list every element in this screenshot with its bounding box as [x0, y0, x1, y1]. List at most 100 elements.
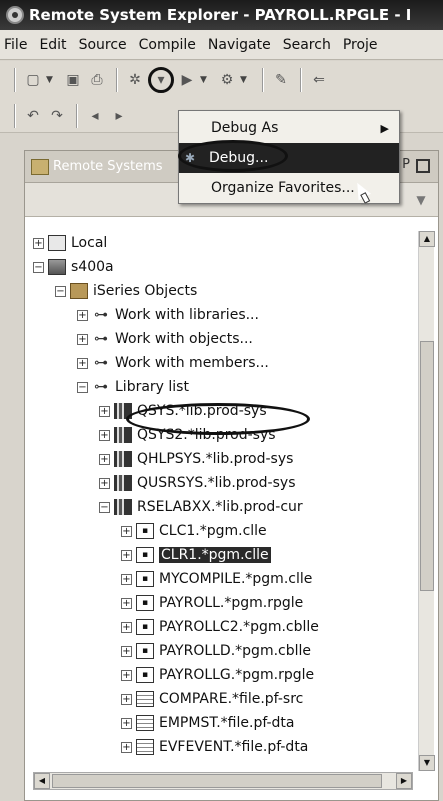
vertical-scrollbar[interactable]: ▲ ▼: [418, 231, 435, 771]
redo-icon[interactable]: ↷: [46, 105, 68, 127]
tree-node-iseries-objects[interactable]: − iSeries Objects: [55, 279, 197, 303]
tree-node-payrollc2[interactable]: + ▪ PAYROLLC2.*pgm.cblle: [121, 615, 319, 639]
filter-icon: ⊶: [94, 307, 108, 323]
expand-icon[interactable]: +: [99, 405, 110, 417]
tree-node-library-list[interactable]: − ⊶ Library list: [77, 375, 189, 399]
tree-node-label: EVFEVENT.*file.pf-dta: [159, 739, 309, 755]
debug-dropdown-icon[interactable]: ▾: [148, 67, 174, 93]
tree-node-label: MYCOMPILE.*pgm.clle: [159, 571, 313, 587]
tree-node-local[interactable]: + Local: [33, 231, 107, 255]
scrollbar-thumb[interactable]: [420, 341, 434, 591]
menu-source[interactable]: Source: [79, 37, 127, 53]
tree-node-qhlpsys[interactable]: + QHLPSYS.*lib.prod-sys: [99, 447, 293, 471]
tree-node-rselabxx[interactable]: − RSELABXX.*lib.prod-cur: [99, 495, 303, 519]
tree-node-work-with-members[interactable]: + ⊶ Work with members...: [77, 351, 269, 375]
tree-node-label: EMPMST.*file.pf-dta: [159, 715, 295, 731]
next-annotation-icon[interactable]: ▸: [108, 105, 130, 127]
collapse-icon[interactable]: −: [55, 285, 66, 297]
title-bar: Remote System Explorer - PAYROLL.RPGLE -…: [0, 0, 443, 30]
menu-navigate[interactable]: Navigate: [208, 37, 271, 53]
tree-node-label: Library list: [115, 379, 189, 395]
expand-icon[interactable]: +: [77, 309, 88, 321]
tree-node-compare[interactable]: + COMPARE.*file.pf-src: [121, 687, 303, 711]
tree-node-label: RSELABXX.*lib.prod-cur: [137, 499, 303, 515]
menu-bar: File Edit Source Compile Navigate Search…: [0, 30, 443, 60]
expand-icon[interactable]: +: [121, 525, 132, 537]
menu-edit[interactable]: Edit: [39, 37, 66, 53]
horizontal-scrollbar-thumb[interactable]: [52, 774, 382, 788]
external-tools-icon[interactable]: ⚙: [216, 69, 238, 91]
expand-icon[interactable]: +: [121, 549, 132, 561]
expand-icon[interactable]: +: [33, 237, 44, 249]
tree-node-empmst[interactable]: + EMPMST.*file.pf-dta: [121, 711, 295, 735]
tree-node-clr1[interactable]: + ▪ CLR1.*pgm.clle: [121, 543, 271, 567]
server-icon: [48, 259, 66, 275]
tree-node-payrollg[interactable]: + ▪ PAYROLLG.*pgm.rpgle: [121, 663, 314, 687]
pen-icon[interactable]: ✎: [270, 69, 292, 91]
window-title: Remote System Explorer - PAYROLL.RPGLE -…: [29, 6, 412, 24]
expand-icon[interactable]: +: [77, 357, 88, 369]
tree-node-work-with-libraries[interactable]: + ⊶ Work with libraries...: [77, 303, 259, 327]
save-icon[interactable]: ▣: [62, 69, 84, 91]
tree-node-clc1[interactable]: + ▪ CLC1.*pgm.clle: [121, 519, 267, 543]
menu-file[interactable]: File: [4, 37, 27, 53]
submenu-arrow-icon: ▶: [380, 121, 389, 135]
tree-node-label: QUSRSYS.*lib.prod-sys: [137, 475, 296, 491]
collapse-icon[interactable]: −: [99, 501, 110, 513]
tree-node-payroll[interactable]: + ▪ PAYROLL.*pgm.rpgle: [121, 591, 303, 615]
expand-icon[interactable]: +: [77, 333, 88, 345]
chevron-down-icon[interactable]: ▼: [200, 75, 210, 85]
expand-icon[interactable]: +: [121, 621, 132, 633]
source-file-icon: [136, 691, 154, 707]
settings-gear-icon[interactable]: ✲: [124, 69, 146, 91]
toolbar-separator: [262, 68, 264, 92]
expand-icon[interactable]: +: [121, 741, 132, 753]
previous-annotation-icon[interactable]: ◂: [84, 105, 106, 127]
tree-node-label: Work with members...: [115, 355, 269, 371]
back-icon[interactable]: ⇐: [308, 69, 330, 91]
tree-node-label-selected: CLR1.*pgm.clle: [159, 547, 271, 563]
collapse-icon[interactable]: −: [77, 381, 88, 393]
expand-icon[interactable]: +: [121, 597, 132, 609]
chevron-down-icon[interactable]: ▼: [240, 75, 250, 85]
scroll-down-arrow-icon[interactable]: ▼: [419, 755, 435, 771]
filter-icon: ⊶: [94, 379, 108, 395]
undo-icon[interactable]: ↶: [22, 105, 44, 127]
scroll-right-arrow-icon[interactable]: ▶: [396, 773, 412, 789]
maximize-icon[interactable]: [416, 159, 430, 173]
chevron-down-icon[interactable]: ▼: [46, 75, 56, 85]
print-icon[interactable]: ⎙: [86, 69, 108, 91]
tree-node-label: Work with objects...: [115, 331, 253, 347]
view-menu-chevron-icon[interactable]: ▼: [410, 190, 432, 210]
menu-search[interactable]: Search: [283, 37, 331, 53]
menu-item-debug-as[interactable]: Debug As ▶: [179, 113, 399, 143]
expand-icon[interactable]: +: [121, 693, 132, 705]
expand-icon[interactable]: +: [121, 645, 132, 657]
tree-node-evfevent[interactable]: + EVFEVENT.*file.pf-dta: [121, 735, 308, 759]
tree-node-qusrsys[interactable]: + QUSRSYS.*lib.prod-sys: [99, 471, 295, 495]
expand-icon[interactable]: +: [121, 573, 132, 585]
expand-icon[interactable]: +: [121, 717, 132, 729]
menu-compile[interactable]: Compile: [139, 37, 196, 53]
scroll-left-arrow-icon[interactable]: ◀: [34, 773, 50, 789]
menu-project[interactable]: Proje: [343, 37, 378, 53]
expand-icon[interactable]: +: [99, 477, 110, 489]
horizontal-scrollbar[interactable]: ◀ ▶: [33, 772, 413, 790]
tree-node-s400a[interactable]: − s400a: [33, 255, 114, 279]
expand-icon[interactable]: +: [99, 453, 110, 465]
new-icon[interactable]: ▢: [22, 69, 44, 91]
run-icon[interactable]: ▶: [176, 69, 198, 91]
tree-node-payrolld[interactable]: + ▪ PAYROLLD.*pgm.cblle: [121, 639, 311, 663]
tree-node-label: CLC1.*pgm.clle: [159, 523, 267, 539]
scroll-up-arrow-icon[interactable]: ▲: [419, 231, 435, 247]
expand-icon[interactable]: +: [99, 429, 110, 441]
filter-icon: ⊶: [94, 331, 108, 347]
minimize-icon[interactable]: P: [402, 157, 410, 172]
tree-node-label: COMPARE.*file.pf-src: [159, 691, 304, 707]
host-icon: [48, 235, 66, 251]
tree-node-mycompile[interactable]: + ▪ MYCOMPILE.*pgm.clle: [121, 567, 312, 591]
tree-node-work-with-objects[interactable]: + ⊶ Work with objects...: [77, 327, 253, 351]
expand-icon[interactable]: +: [121, 669, 132, 681]
collapse-icon[interactable]: −: [33, 261, 44, 273]
highlight-oval: [178, 140, 288, 172]
